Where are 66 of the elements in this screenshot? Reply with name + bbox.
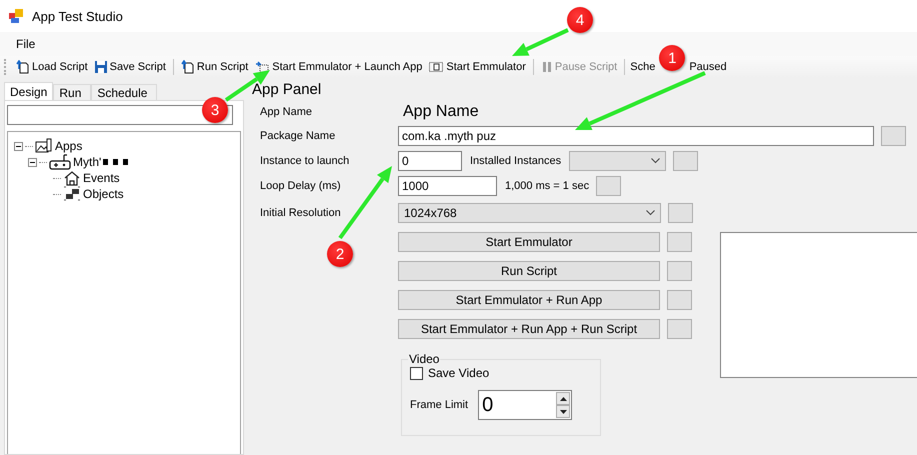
tab[interactable]: Schedule [91,84,158,100]
input-field[interactable]: 0 [398,151,462,171]
status-text: Paused [689,61,727,73]
tree-item[interactable]: Myth' [73,155,102,169]
toolbar-button[interactable]: Start Emmulator + Launch App [252,59,424,75]
field-label: Installed Instances [470,155,562,167]
square-button[interactable] [881,126,906,146]
toolbar-button[interactable]: Save Script [92,59,168,75]
toolbar-button[interactable]: Load Script [14,59,90,75]
collapse-icon[interactable] [14,142,23,150]
dotted-frame-arrow-icon [254,60,270,74]
dropdown[interactable]: 1024x768 [398,203,661,223]
toolbar-button[interactable]: Run Script [178,59,250,75]
pointer-arrow [512,28,569,56]
hint-text: 1,000 ms = 1 sec [505,180,590,192]
picture-frame-icon [35,138,53,154]
app-icon [8,8,24,24]
toolbar-button[interactable]: Start Emmulator [426,59,528,75]
square-button[interactable] [667,290,692,310]
house-icon [63,170,81,186]
upload-document-icon [16,60,30,74]
action-button[interactable]: Start Emmulator [398,232,660,252]
number-spinner[interactable]: 0 [478,390,572,420]
square-button[interactable] [668,203,693,223]
upload-document-icon [180,60,195,74]
field-label: App Name [260,106,313,118]
tree-item[interactable]: Events [83,171,120,185]
save-icon [94,60,108,74]
window-title: App Test Studio [32,8,123,24]
square-button[interactable] [673,151,698,171]
dropdown[interactable] [569,151,666,171]
down-arrow-icon[interactable] [560,410,567,414]
tab[interactable]: Design [4,82,54,100]
gamepad-icon [49,154,71,170]
collapse-icon[interactable] [28,158,37,166]
search-field[interactable] [7,105,233,125]
up-arrow-icon[interactable] [560,396,567,400]
field-label: Loop Delay (ms) [260,180,342,192]
number-badge: 1 [659,45,686,71]
checkbox[interactable] [410,366,423,380]
pause-icon [540,60,553,74]
square-button[interactable] [667,261,692,281]
panel-title: App Panel [252,81,322,99]
tree-item[interactable]: Objects [83,187,124,201]
field-label: Initial Resolution [260,207,342,219]
group-title: Video [408,352,440,366]
input-field[interactable]: com.ka .myth puz [398,126,874,146]
app-name-text: App Name [402,103,480,121]
action-button[interactable]: Start Emmulator + Run App [398,290,660,310]
menu-item[interactable]: File [8,35,44,53]
number-badge: 2 [327,241,353,267]
square-button[interactable] [667,232,692,252]
dotted-frame-icon [428,60,444,74]
tab[interactable]: Run [53,84,92,100]
field-label: Package Name [260,130,336,142]
input-field[interactable]: 1000 [398,176,497,196]
blocks-icon [63,186,81,202]
tree-item[interactable]: Apps [55,139,82,153]
square-button[interactable] [667,319,692,339]
field-label: Frame Limit [410,399,468,411]
field-label: Instance to launch [260,155,350,167]
status-text: Sche [630,61,656,73]
action-button[interactable]: Run Script [398,261,660,281]
square-button[interactable] [596,176,622,196]
save-video-checkbox[interactable]: Save Video [410,366,592,380]
action-button[interactable]: Start Emmulator + Run App + Run Script [398,319,660,339]
